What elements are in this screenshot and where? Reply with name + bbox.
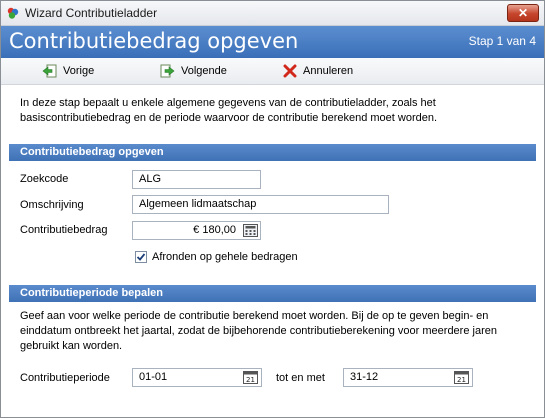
window-title: Wizard Contributieladder — [25, 6, 158, 20]
previous-label: Vorige — [63, 65, 95, 77]
cancel-button[interactable]: Annuleren — [283, 63, 353, 79]
title-bar[interactable]: Wizard Contributieladder ✕ — [1, 1, 544, 26]
wizard-header: Contributiebedrag opgeven Stap 1 van 4 — [1, 26, 544, 58]
calendar-icon[interactable]: 21 — [454, 371, 469, 384]
step-indicator: Stap 1 van 4 — [468, 34, 536, 48]
next-label: Volgende — [181, 65, 227, 77]
wizard-window: Wizard Contributieladder ✕ Contributiebe… — [0, 0, 545, 418]
intro-text: In deze stap bepaalt u enkele algemene g… — [20, 97, 438, 124]
section-header-contributieperiode: Contributieperiode bepalen — [9, 285, 536, 302]
app-icon — [7, 7, 19, 19]
page-title: Contributiebedrag opgeven — [9, 29, 299, 53]
tot-en-met-label: tot en met — [276, 372, 325, 384]
toolbar: Vorige Volgende Annuleren — [1, 58, 544, 85]
cancel-icon — [283, 64, 297, 78]
svg-text:21: 21 — [246, 376, 255, 384]
zoekcode-input[interactable]: ALG — [132, 170, 261, 189]
previous-icon — [42, 64, 57, 77]
contributiebedrag-input[interactable]: € 180,00 — [132, 221, 261, 240]
cancel-label: Annuleren — [303, 65, 354, 77]
svg-text:21: 21 — [457, 376, 466, 384]
afronden-label[interactable]: Afronden op gehele bedragen — [152, 251, 298, 263]
afronden-checkbox[interactable] — [135, 251, 147, 263]
contributiebedrag-label: Contributiebedrag — [20, 224, 108, 236]
omschrijving-input[interactable]: Algemeen lidmaatschap — [132, 195, 389, 214]
contributieperiode-label: Contributieperiode — [20, 372, 110, 384]
calendar-icon[interactable]: 21 — [243, 371, 258, 384]
calculator-icon[interactable] — [243, 224, 258, 237]
section-header-contributiebedrag: Contributiebedrag opgeven — [9, 144, 536, 161]
close-button[interactable]: ✕ — [507, 4, 539, 22]
omschrijving-label: Omschrijving — [20, 199, 84, 211]
next-icon — [160, 64, 175, 77]
next-button[interactable]: Volgende — [160, 63, 227, 79]
periode-description: Geef aan voor welke periode de contribut… — [20, 310, 497, 352]
zoekcode-label: Zoekcode — [20, 173, 69, 185]
previous-button[interactable]: Vorige — [42, 63, 94, 79]
checkmark-icon — [136, 253, 146, 261]
